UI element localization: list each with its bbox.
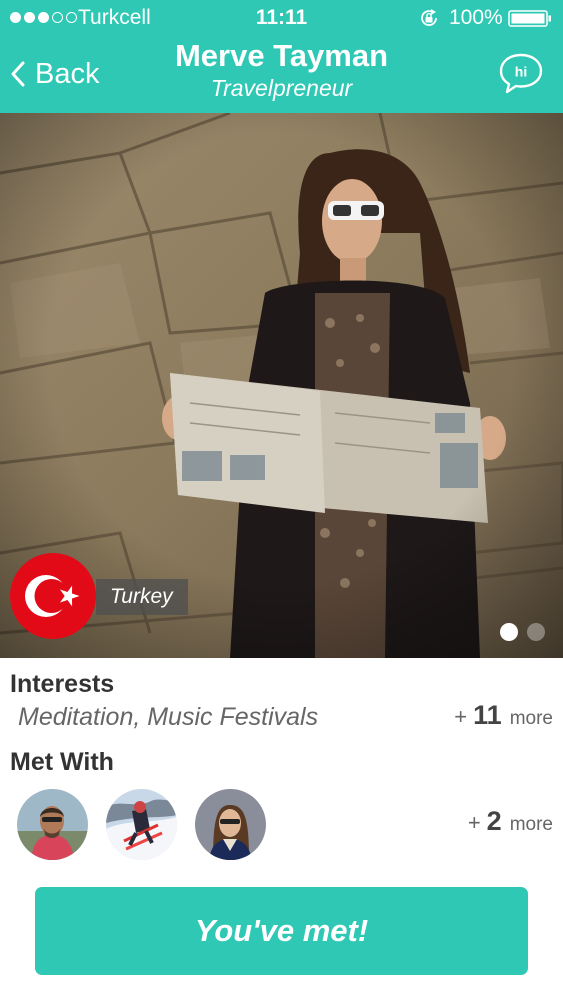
status-bar: Turkcell 11:11 100%: [0, 0, 563, 36]
rotation-lock-icon: [421, 9, 437, 26]
turkey-flag-icon: [10, 553, 96, 639]
plus-sign: +: [467, 810, 481, 835]
page-dot[interactable]: [527, 623, 545, 641]
met-with-more-count: 2: [486, 806, 502, 836]
battery-icon: [508, 10, 551, 27]
more-label: more: [509, 814, 553, 835]
interests-heading: Interests: [10, 670, 115, 698]
met-with-avatars: [17, 789, 266, 860]
avatar[interactable]: [17, 789, 88, 860]
profile-name: Merve Tayman: [174, 38, 389, 73]
met-with-more-button[interactable]: + 2 more: [468, 806, 553, 837]
profile-subtitle: Travelpreneur: [210, 75, 353, 101]
interests-more-button[interactable]: + 11 more: [454, 700, 553, 731]
avatar[interactable]: [106, 789, 177, 860]
interests-more-count: 11: [473, 700, 502, 730]
battery-percent: 100%: [449, 6, 503, 29]
hi-label: hi: [515, 64, 527, 80]
met-with-heading: Met With: [10, 748, 114, 776]
interests-list: Meditation, Music Festivals: [18, 703, 319, 731]
hi-chat-icon[interactable]: hi: [498, 52, 544, 94]
more-label: more: [509, 708, 553, 729]
country-label: Turkey: [96, 579, 188, 615]
avatar[interactable]: [195, 789, 266, 860]
youve-met-button[interactable]: You've met!: [35, 887, 528, 975]
plus-sign: +: [454, 704, 468, 729]
page-dot-active[interactable]: [500, 623, 518, 641]
photo-page-indicator: [500, 623, 545, 641]
app-header: Turkcell 11:11 100% Back Merve Tayman Tr…: [0, 0, 563, 113]
